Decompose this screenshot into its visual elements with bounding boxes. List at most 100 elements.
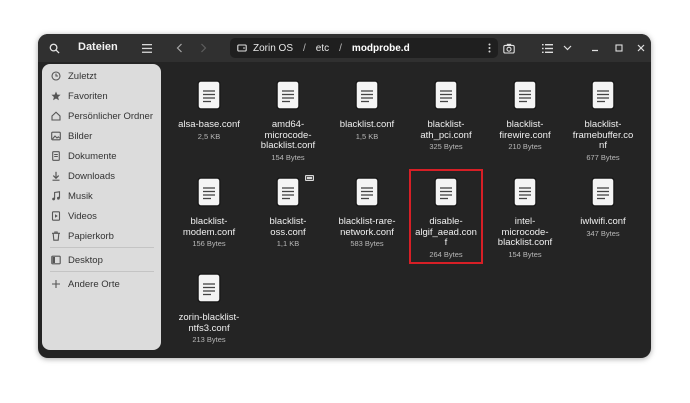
sidebar-item-favoriten[interactable]: Favoriten [50, 87, 108, 105]
camera-icon [503, 43, 515, 54]
file-name: disable- algif_aead.con f [415, 216, 477, 248]
sidebar-item-label: Bilder [68, 130, 93, 142]
path-segment-etc[interactable]: etc [316, 43, 329, 54]
text-file-icon [434, 177, 458, 212]
star-icon [50, 90, 62, 102]
close-button[interactable] [633, 40, 649, 56]
sidebar: Zuletzt Favoriten Persönlicher Ordner Bi… [42, 64, 161, 350]
chevron-right-icon [200, 43, 206, 53]
text-file-icon [197, 177, 221, 212]
file-name: zorin-blacklist- ntfs3.conf [178, 312, 240, 334]
hamburger-icon [142, 43, 152, 53]
file-size: 1,5 KB [355, 131, 379, 141]
sidebar-item-papierkorb[interactable]: Papierkorb [50, 227, 114, 245]
text-file-icon [355, 177, 379, 212]
text-file-icon [355, 80, 379, 115]
file-item[interactable]: blacklist.conf 1,5 KB [327, 80, 407, 141]
sidebar-item-videos[interactable]: Videos [50, 207, 97, 225]
file-item[interactable]: iwlwifi.conf 347 Bytes [563, 177, 643, 238]
sidebar-item-label: Dokumente [68, 150, 117, 162]
list-view-button[interactable] [539, 40, 555, 56]
file-item[interactable]: blacklist- modem.conf 156 Bytes [169, 177, 249, 248]
maximize-button[interactable] [611, 40, 627, 56]
path-menu-button[interactable] [488, 43, 491, 53]
sidebar-item-label: Andere Orte [68, 278, 120, 290]
sidebar-item-label: Desktop [68, 254, 103, 266]
file-item[interactable]: alsa-base.conf 2,5 KB [169, 80, 249, 141]
file-item[interactable]: amd64- microcode- blacklist.conf 154 Byte… [248, 80, 328, 162]
list-icon [541, 43, 553, 53]
file-name: blacklist-rare- network.conf [338, 216, 396, 238]
video-icon [50, 210, 62, 222]
sidebar-divider [50, 247, 154, 248]
path-segment-current[interactable]: modprobe.d [352, 43, 410, 54]
view-dropdown-button[interactable] [559, 40, 575, 56]
file-item[interactable]: blacklist- framebuffer.co nf 677 Bytes [563, 80, 643, 162]
emblem-icon [305, 175, 314, 181]
file-size: 1,1 KB [276, 239, 300, 248]
sidebar-item-bilder[interactable]: Bilder [50, 127, 92, 145]
more-vertical-icon [488, 43, 491, 53]
chevron-down-icon [563, 45, 571, 51]
file-item[interactable]: blacklist- ath_pci.conf 325 Bytes [406, 80, 486, 151]
path-root[interactable]: Zorin OS [253, 43, 293, 54]
sidebar-item-dokumente[interactable]: Dokumente [50, 147, 117, 165]
file-item[interactable]: blacklist- firewire.conf 210 Bytes [485, 80, 565, 151]
disk-icon [237, 43, 247, 53]
file-size: 213 Bytes [192, 335, 226, 344]
sidebar-item-downloads[interactable]: Downloads [50, 167, 115, 185]
file-item[interactable]: blacklist- oss.conf 1,1 KB [248, 177, 328, 248]
search-icon [49, 43, 60, 54]
trash-icon [50, 230, 62, 242]
minimize-button[interactable] [587, 40, 603, 56]
text-file-icon [591, 80, 615, 115]
text-file-icon [276, 177, 300, 212]
back-button[interactable] [171, 40, 187, 56]
view-options-button[interactable] [501, 40, 517, 56]
file-item[interactable]: intel- microcode- blacklist.conf 154 Byte… [485, 177, 565, 259]
main-menu-button[interactable] [139, 40, 155, 56]
sidebar-item-zuletzt[interactable]: Zuletzt [50, 67, 97, 85]
download-icon [50, 170, 62, 182]
text-file-icon [591, 177, 615, 212]
file-size: 325 Bytes [429, 142, 463, 151]
maximize-icon [615, 44, 623, 52]
path-bar: Zorin OS / etc / modprobe.d [230, 38, 498, 58]
file-name: amd64- microcode- blacklist.conf [260, 119, 316, 151]
image-icon [50, 130, 62, 142]
file-name: intel- microcode- blacklist.conf [497, 216, 553, 248]
file-name: iwlwifi.conf [580, 216, 626, 227]
sidebar-item-label: Favoriten [68, 90, 108, 102]
search-button[interactable] [46, 40, 62, 56]
file-size: 154 Bytes [508, 249, 542, 259]
music-icon [50, 190, 62, 202]
file-name: blacklist- ath_pci.conf [420, 119, 472, 141]
text-file-icon [197, 80, 221, 115]
sidebar-item-musik[interactable]: Musik [50, 187, 93, 205]
sidebar-item-label: Videos [68, 210, 97, 222]
file-size: 2,5 KB [197, 131, 221, 141]
file-item[interactable]: blacklist-rare- network.conf 583 Bytes [327, 177, 407, 248]
file-item[interactable]: disable- algif_aead.con f 264 Bytes [406, 177, 486, 259]
sidebar-item-home[interactable]: Persönlicher Ordner [50, 107, 153, 125]
sidebar-item-andere-orte[interactable]: Andere Orte [50, 275, 120, 293]
close-icon [637, 44, 645, 52]
file-size: 264 Bytes [429, 249, 463, 259]
forward-button[interactable] [195, 40, 211, 56]
sidebar-item-desktop[interactable]: Desktop [50, 251, 103, 269]
file-name: blacklist- framebuffer.co nf [572, 119, 634, 151]
plus-icon [50, 278, 62, 290]
path-separator: / [339, 42, 342, 54]
file-size: 677 Bytes [586, 152, 620, 162]
file-size: 210 Bytes [508, 142, 542, 151]
text-file-icon [276, 80, 300, 115]
home-icon [50, 110, 62, 122]
file-name: blacklist- firewire.conf [499, 119, 551, 141]
text-file-icon [434, 80, 458, 115]
sidebar-item-label: Downloads [68, 170, 115, 182]
file-name: blacklist.conf [339, 119, 395, 130]
file-size: 154 Bytes [271, 152, 305, 162]
file-size: 583 Bytes [350, 239, 384, 248]
text-file-icon [513, 80, 537, 115]
file-item[interactable]: zorin-blacklist- ntfs3.conf 213 Bytes [169, 273, 249, 344]
